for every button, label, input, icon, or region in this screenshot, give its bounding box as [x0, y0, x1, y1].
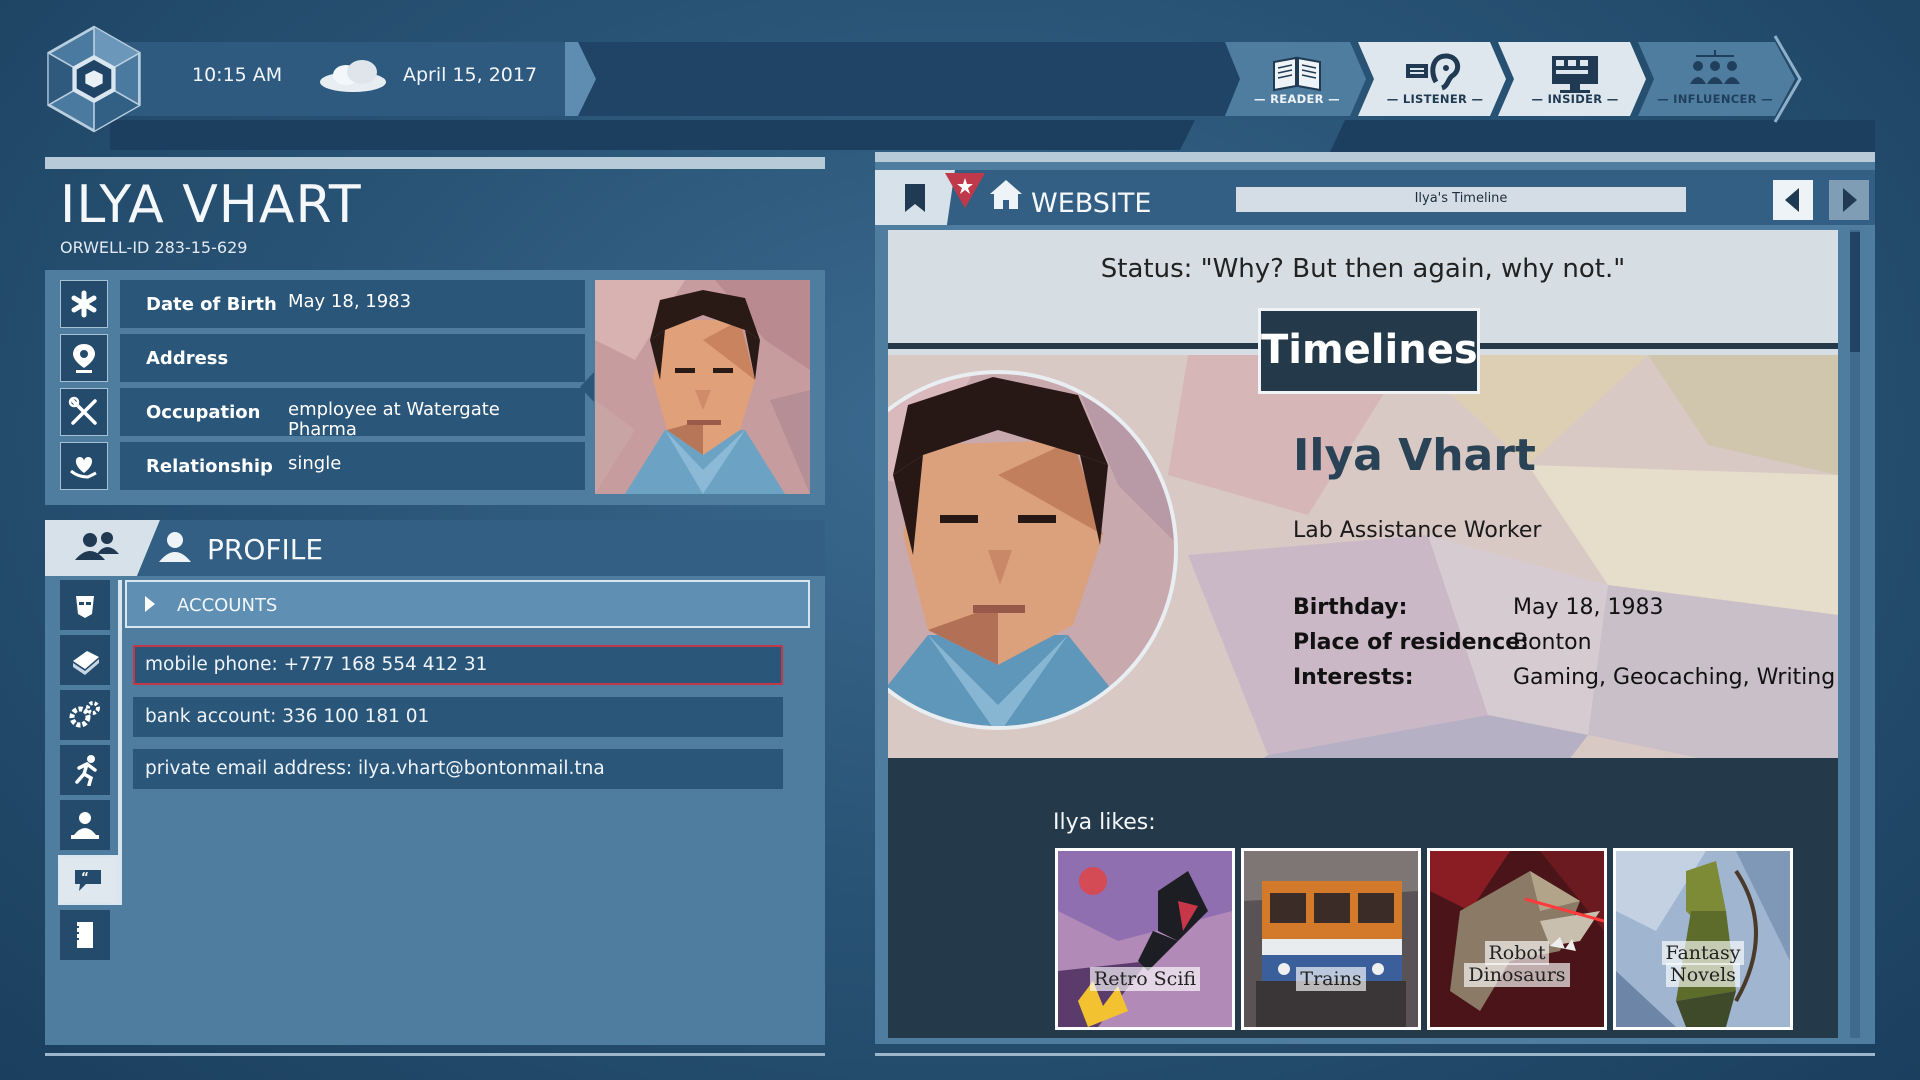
account-text: private email address: ilya.vhart@bonton…: [145, 758, 605, 779]
like-caption-line2: Dinosaurs: [1464, 963, 1570, 987]
document-icon[interactable]: [60, 910, 110, 960]
like-caption: Retro Scifi: [1055, 967, 1235, 991]
like-card-fantasy-novels[interactable]: Fantasy Novels: [1613, 848, 1793, 1030]
like-card-retro-scifi[interactable]: Retro Scifi: [1055, 848, 1235, 1030]
like-card-trains[interactable]: Trains: [1241, 848, 1421, 1030]
scrollbar-thumb[interactable]: [1850, 232, 1860, 352]
like-caption: Fantasy Novels: [1613, 941, 1793, 987]
like-caption-line1: Retro Scifi: [1089, 967, 1201, 991]
info-row-address: Address: [120, 334, 585, 382]
current-date: April 15, 2017: [403, 64, 538, 86]
account-text: mobile phone: +777 168 554 412 31: [145, 654, 488, 675]
like-caption: Robot Dinosaurs: [1427, 941, 1607, 987]
tools-icon: [60, 388, 108, 436]
info-value: May 18, 1983: [288, 291, 412, 312]
accounts-section-header[interactable]: ACCOUNTS: [125, 580, 810, 628]
info-value: single: [288, 453, 342, 474]
book-icon: [1273, 56, 1321, 92]
monitor-icon: [1552, 56, 1598, 93]
book-icon[interactable]: [60, 635, 110, 685]
url-bar[interactable]: Ilya's Timeline: [1236, 187, 1686, 212]
status-text: Status: "Why? But then again, why not.": [1100, 254, 1626, 284]
fact-value: May 18, 1983: [1513, 595, 1664, 620]
badge-influencer[interactable]: — INFLUENCER —: [1650, 42, 1780, 116]
fact-key: Interests:: [1293, 665, 1414, 690]
fact-value: Gaming, Geocaching, Writing: [1513, 665, 1836, 690]
account-mobile-phone[interactable]: mobile phone: +777 168 554 412 31: [133, 645, 783, 685]
forward-button[interactable]: [1829, 180, 1869, 220]
like-caption-line2: Novels: [1666, 963, 1740, 987]
account-text: bank account: 336 100 181 01: [145, 706, 430, 727]
account-private-email[interactable]: private email address: ilya.vhart@bonton…: [133, 749, 783, 789]
cloud-icon: [320, 60, 386, 92]
fact-value: Bonton: [1513, 630, 1592, 655]
url-text: Ilya's Timeline: [1414, 191, 1508, 206]
badge-label: — INSIDER —: [1531, 92, 1619, 106]
ear-icon: [1406, 53, 1461, 91]
running-icon[interactable]: [60, 745, 110, 795]
profile-job: Lab Assistance Worker: [1293, 518, 1542, 543]
likes-label: Ilya likes:: [1053, 810, 1156, 835]
info-value: employee at Watergate Pharma: [288, 399, 500, 440]
like-caption: Trains: [1241, 967, 1421, 991]
profile-picture: [888, 370, 1178, 730]
location-pin-icon: [60, 334, 108, 382]
pointer-arrow-icon: [580, 372, 594, 402]
left-panel-rule: [45, 157, 825, 169]
fact-key: Birthday:: [1293, 595, 1408, 620]
like-card-robot-dinosaurs[interactable]: Robot Dinosaurs: [1427, 848, 1607, 1030]
app-logo-icon: [47, 25, 141, 133]
badge-label: — READER —: [1254, 92, 1340, 106]
badge-label: — LISTENER —: [1386, 92, 1484, 106]
website-content: Status: "Why? But then again, why not." …: [888, 230, 1838, 1038]
speech-bubble-icon[interactable]: “: [58, 855, 118, 905]
right-panel-rule: [875, 152, 1875, 162]
fantasy-archer-image: [1616, 851, 1790, 1027]
retro-scifi-image: [1058, 851, 1232, 1027]
info-key: Address: [146, 348, 229, 369]
timelines-banner: Timelines: [1258, 308, 1480, 394]
like-caption-line1: Fantasy: [1661, 941, 1745, 965]
profile-title: PROFILE: [207, 533, 324, 566]
info-row-occupation: Occupation employee at Watergate Pharma: [120, 388, 585, 440]
info-row-date-of-birth: Date of Birth May 18, 1983: [120, 280, 585, 328]
person-desk-icon[interactable]: [60, 800, 110, 850]
chevron-right-icon: [145, 596, 155, 612]
badge-insider[interactable]: — INSIDER —: [1510, 42, 1640, 116]
robot-dinosaur-image: [1430, 851, 1604, 1027]
fact-key: Place of residence:: [1293, 630, 1529, 655]
person-name: ILYA VHART: [60, 175, 362, 235]
account-bank-account[interactable]: bank account: 336 100 181 01: [133, 697, 783, 737]
like-caption-line1: Robot: [1484, 941, 1550, 965]
chevron-right-icon: [1843, 188, 1857, 212]
portrait-photo: [595, 280, 810, 494]
train-image: [1244, 851, 1418, 1027]
info-key: Relationship: [146, 456, 273, 477]
info-key: Occupation: [146, 402, 261, 423]
back-button[interactable]: [1773, 180, 1813, 220]
info-key: Date of Birth: [146, 294, 277, 315]
left-panel-bottom-rule: [45, 1053, 825, 1056]
profile-name: Ilya Vhart: [1293, 430, 1536, 481]
badge-reader[interactable]: — READER —: [1232, 42, 1362, 116]
orwell-id: ORWELL-ID 283-15-629: [60, 238, 248, 257]
side-tab-rail: [118, 580, 122, 905]
people-network-icon: [1690, 50, 1740, 84]
website-label: WEBSITE: [1031, 188, 1152, 219]
like-caption-line1: Trains: [1296, 967, 1366, 991]
timelines-title: Timelines: [1261, 327, 1478, 373]
chevron-left-icon: [1785, 188, 1799, 212]
face-icon[interactable]: [60, 580, 110, 630]
accounts-label: ACCOUNTS: [177, 595, 278, 616]
heart-hand-icon: [60, 442, 108, 490]
clock-time: 10:15 AM: [192, 64, 283, 86]
info-row-relationship: Relationship single: [120, 442, 585, 490]
badge-listener[interactable]: — LISTENER —: [1370, 42, 1500, 116]
profile-tab-bar: [45, 520, 825, 576]
svg-text:“: “: [81, 870, 89, 884]
asterisk-icon: [60, 280, 108, 328]
right-panel-bottom-rule: [875, 1053, 1875, 1056]
badge-label: — INFLUENCER —: [1657, 92, 1773, 106]
gears-icon[interactable]: [60, 690, 110, 740]
